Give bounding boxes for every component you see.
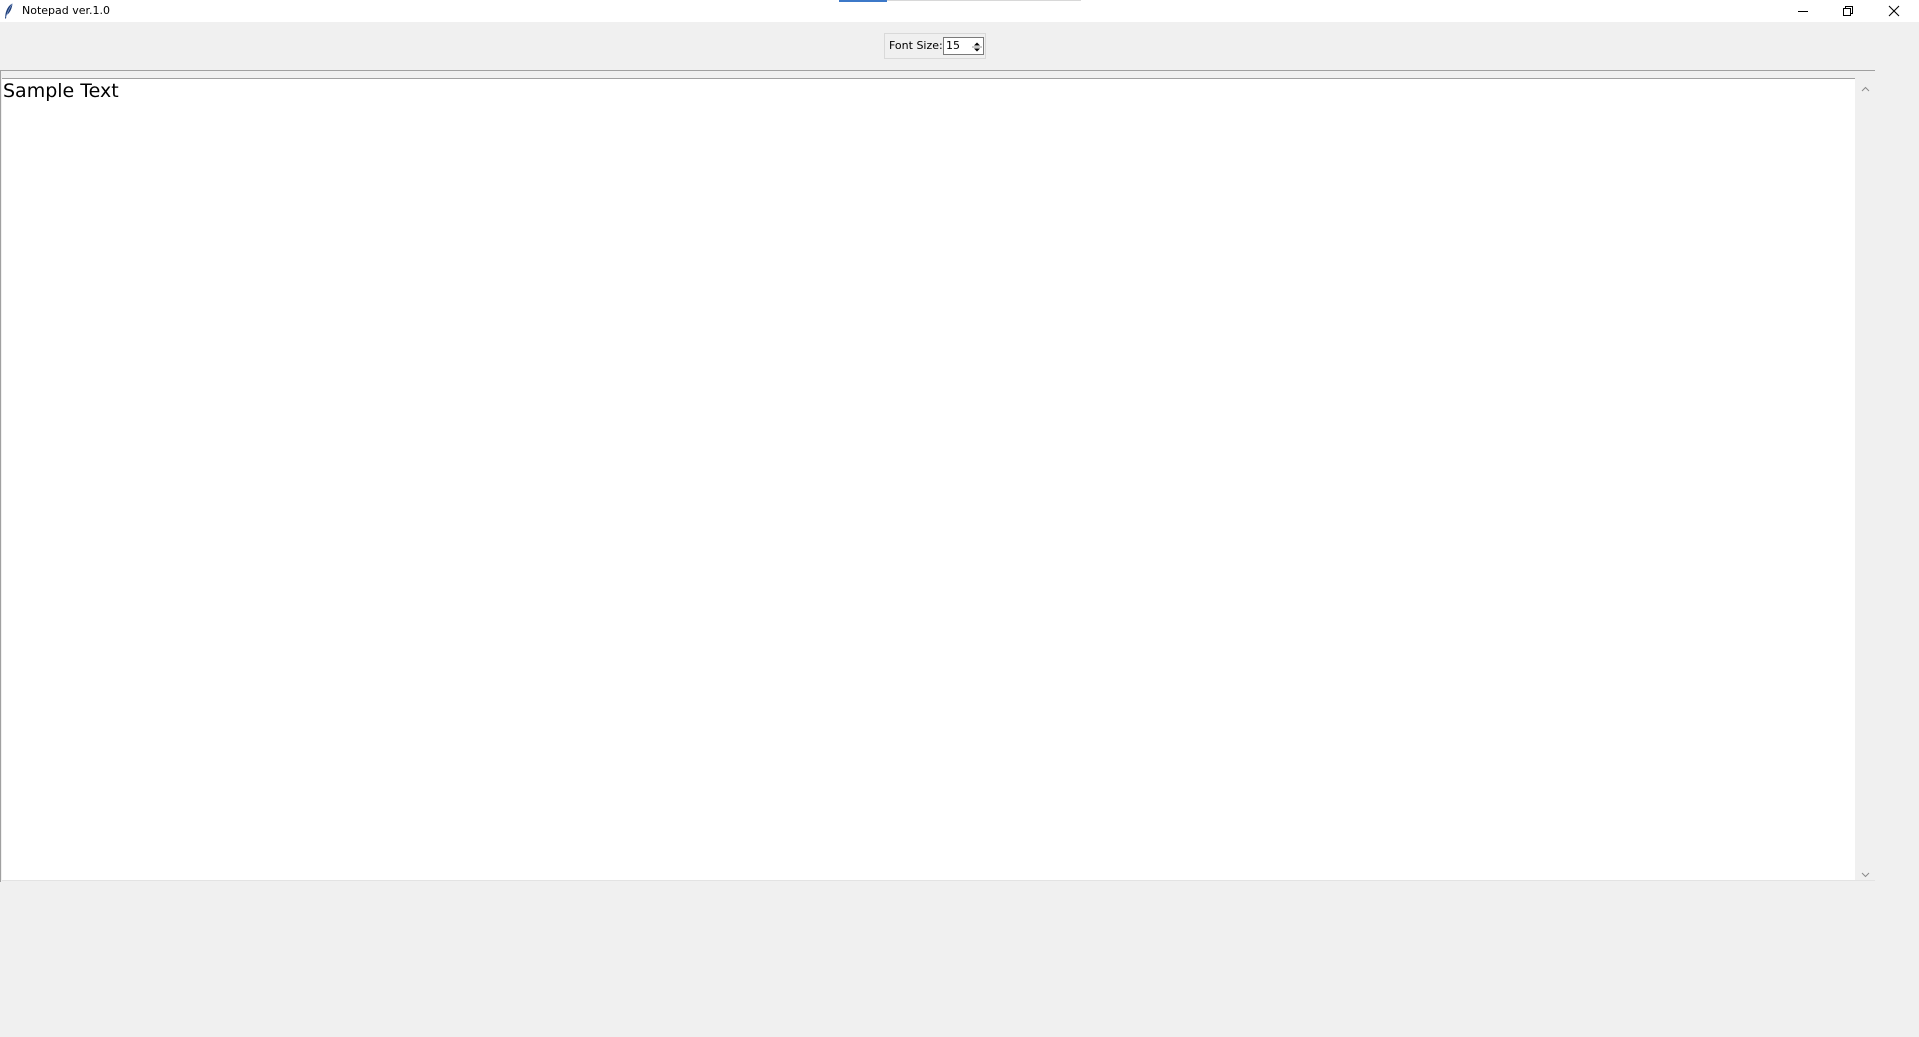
editor-bottom-edge [2, 880, 1875, 881]
feather-icon [4, 3, 14, 19]
editor-content[interactable]: Sample Text [3, 79, 119, 103]
text-editor[interactable]: Sample Text [2, 78, 1855, 881]
minimize-icon [1797, 2, 1809, 21]
notepad-window: Notepad ver.1.0 Font Size: 15 Sample Tex… [0, 0, 1919, 1037]
minimize-button[interactable] [1780, 0, 1825, 22]
font-size-frame: Font Size: 15 [884, 33, 986, 59]
spinner-arrows-icon[interactable] [972, 39, 982, 53]
close-icon [1888, 2, 1900, 21]
vertical-scrollbar[interactable] [1857, 78, 1874, 881]
restore-button[interactable] [1825, 0, 1870, 22]
window-title: Notepad ver.1.0 [22, 4, 111, 17]
chevron-up-icon [1861, 77, 1870, 96]
taskbar-accent [839, 0, 887, 2]
restore-icon [1842, 2, 1854, 21]
font-size-label: Font Size: [889, 39, 943, 52]
font-size-spinbox[interactable]: 15 [943, 37, 984, 55]
font-size-value[interactable]: 15 [946, 39, 960, 53]
taskbar-accent-track [887, 0, 1081, 1]
scroll-down-button[interactable] [1857, 864, 1874, 881]
close-button[interactable] [1871, 0, 1916, 22]
scroll-up-button[interactable] [1857, 78, 1874, 95]
title-bar[interactable]: Notepad ver.1.0 [0, 0, 1919, 22]
